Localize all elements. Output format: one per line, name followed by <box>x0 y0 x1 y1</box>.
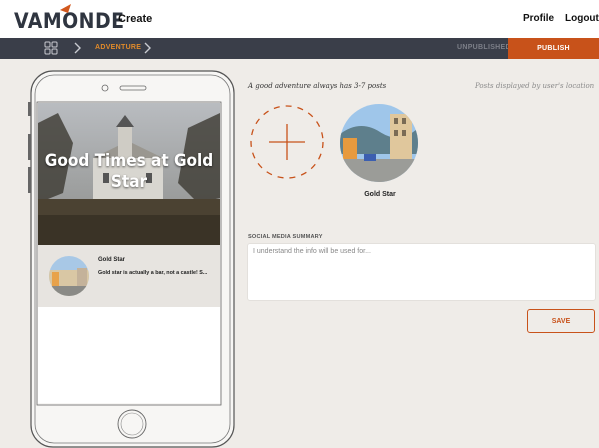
social-summary-input[interactable]: I understand the info will be used for..… <box>247 243 596 301</box>
logout-link[interactable]: Logout <box>565 13 599 24</box>
publish-button[interactable]: PUBLISH <box>508 38 599 59</box>
hero-image: Good Times at Gold Star <box>38 103 220 245</box>
location-note: Posts displayed by user's location <box>475 82 595 90</box>
post-label: Gold Star <box>364 191 396 198</box>
grid-icon[interactable] <box>44 41 58 55</box>
save-button[interactable]: SAVE <box>527 309 595 333</box>
posts-tip: A good adventure always has 3-7 posts <box>248 82 387 90</box>
post-card[interactable]: Gold Star Gold star is actually a bar, n… <box>38 245 220 307</box>
editor-nav-bar: ADVENTURE UNPUBLISHED PUBLISH <box>0 38 599 59</box>
breadcrumb-adventure[interactable]: ADVENTURE <box>95 44 141 51</box>
profile-link[interactable]: Profile <box>523 13 554 24</box>
add-post-button[interactable] <box>249 104 325 180</box>
post-title: Gold Star <box>98 257 126 263</box>
post-thumbnail <box>49 256 89 296</box>
create-link[interactable]: Create <box>118 13 152 25</box>
flag-icon <box>60 4 71 13</box>
top-bar: VAMONDE Create Profile Logout <box>0 0 599 38</box>
phone-screen: Good Times at Gold Star Gold Star Gold s… <box>38 103 220 403</box>
post-description: Gold star is actually a bar, not a castl… <box>98 270 208 276</box>
chevron-right-icon <box>144 42 151 54</box>
hero-title: Good Times at Gold Star <box>44 151 214 192</box>
social-summary-label: SOCIAL MEDIA SUMMARY <box>248 234 323 240</box>
post-image <box>340 104 418 182</box>
chevron-right-icon <box>74 42 81 54</box>
unpublished-status[interactable]: UNPUBLISHED <box>457 44 511 51</box>
